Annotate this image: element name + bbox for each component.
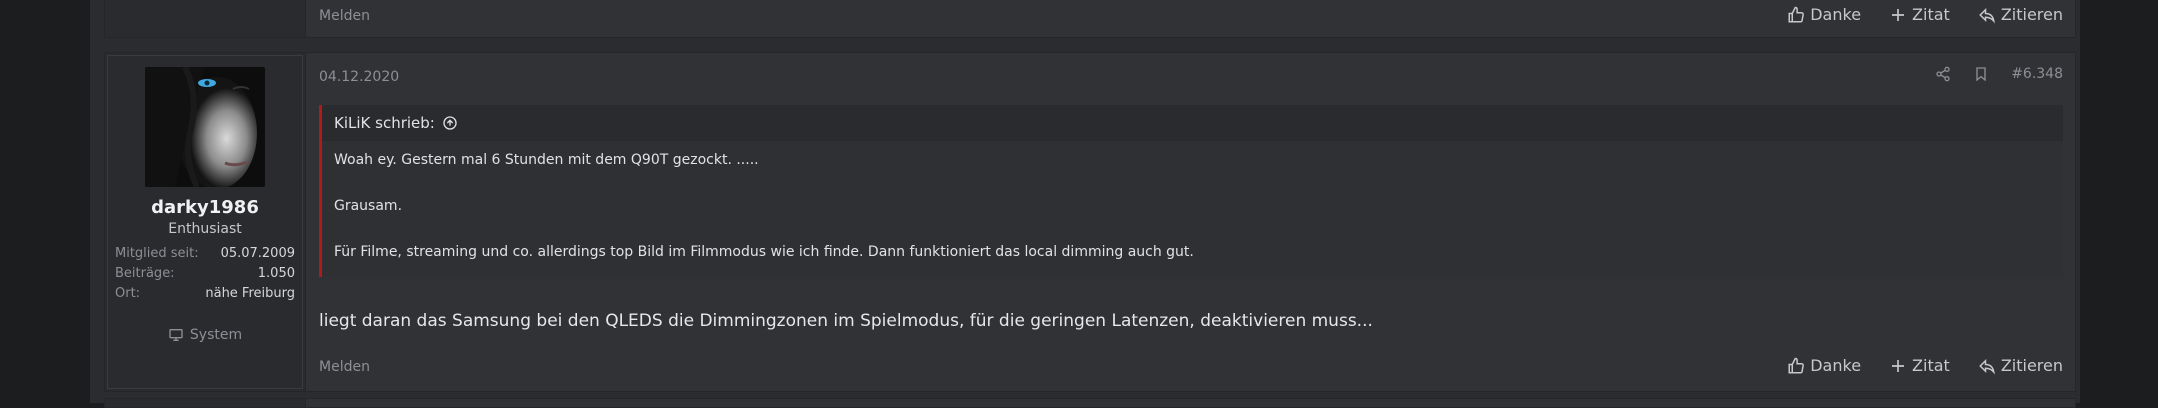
thumbs-up-icon (1788, 6, 1805, 22)
quote-line: Grausam. (334, 198, 403, 214)
post-header-actions: #6.348 (1935, 66, 2063, 82)
reply-quote-button[interactable]: Zitieren (1978, 5, 2063, 24)
reply-icon (1979, 358, 1995, 375)
thanks-button[interactable]: Danke (1787, 356, 1861, 375)
plus-icon (1892, 359, 1905, 372)
report-link[interactable]: Melden (319, 359, 370, 375)
post-header: 04.12.2020 (319, 67, 2063, 87)
arrow-up-circle-icon[interactable] (442, 115, 458, 131)
next-post-user-column (105, 399, 306, 407)
thanks-button[interactable]: Danke (1787, 5, 1861, 24)
stat-posts: Beiträge: 1.050 (115, 266, 295, 281)
quote-header: KiLiK schrieb: (334, 113, 458, 133)
avatar[interactable] (145, 67, 265, 187)
reply-quote-button[interactable]: Zitieren (1978, 356, 2063, 375)
stat-location: Ort: nähe Freiburg (115, 286, 295, 301)
add-quote-button[interactable]: Zitat (1889, 356, 1950, 375)
post-number[interactable]: #6.348 (2011, 66, 2063, 82)
user-column: darky1986 Enthusiast Mitglied seit: 05.0… (105, 53, 306, 391)
plus-icon (1892, 8, 1905, 21)
previous-post: Melden Danke Zitat Zitieren (104, 0, 2076, 38)
avatar-image (145, 67, 265, 187)
previous-post-user-column (105, 0, 306, 37)
monitor-icon (169, 329, 183, 341)
share-icon (1936, 66, 1950, 82)
quote-body: Woah ey. Gestern mal 6 Stunden mit dem Q… (322, 141, 2063, 277)
quote-author: KiLiK schrieb: (334, 114, 435, 132)
bookmark-button[interactable] (1973, 66, 1989, 82)
share-button[interactable] (1935, 66, 1951, 82)
reply-icon (1979, 7, 1995, 24)
username[interactable]: darky1986 (105, 197, 305, 218)
quote-block: KiLiK schrieb: Woah ey. Gestern mal 6 St… (319, 105, 2063, 277)
post-actions: Danke Zitat Zitieren (1787, 356, 2063, 375)
user-title: Enthusiast (168, 221, 242, 237)
report-link[interactable]: Melden (319, 8, 370, 24)
system-link[interactable]: System (105, 327, 305, 343)
previous-post-actions: Danke Zitat Zitieren (1787, 5, 2063, 24)
thumbs-up-icon (1788, 357, 1805, 373)
quote-line: Woah ey. Gestern mal 6 Stunden mit dem Q… (334, 152, 759, 168)
post: darky1986 Enthusiast Mitglied seit: 05.0… (104, 52, 2076, 392)
stat-member-since: Mitglied seit: 05.07.2009 (115, 246, 295, 261)
post-body: liegt daran das Samsung bei den QLEDS di… (319, 311, 1373, 331)
next-post-edge (104, 398, 2076, 408)
add-quote-button[interactable]: Zitat (1889, 5, 1950, 24)
post-date[interactable]: 04.12.2020 (319, 69, 399, 85)
bookmark-icon (1976, 67, 1986, 82)
quote-line: Für Filme, streaming und co. allerdings … (334, 244, 1194, 260)
